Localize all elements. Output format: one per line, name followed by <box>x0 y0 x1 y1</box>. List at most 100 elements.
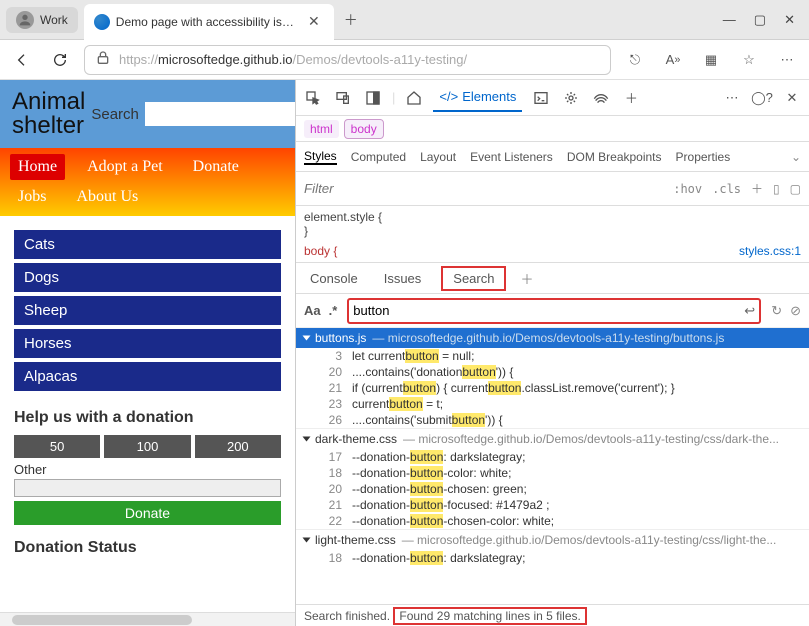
result-file-header[interactable]: buttons.js — microsoftedge.github.io/Dem… <box>296 328 809 348</box>
event-listeners-tab[interactable]: Event Listeners <box>470 150 553 164</box>
properties-tab[interactable]: Properties <box>676 150 731 164</box>
styles-more-icon[interactable]: ⌄ <box>791 150 801 164</box>
styles-tab[interactable]: Styles <box>304 149 337 165</box>
donation-status-heading: Donation Status <box>14 539 281 557</box>
result-line[interactable]: 26....contains('submitbutton')) { <box>296 412 809 428</box>
layout-tab[interactable]: Layout <box>420 150 456 164</box>
toggle-panel-icon[interactable]: ▢ <box>790 182 801 196</box>
read-aloud-icon[interactable]: A» <box>659 46 687 74</box>
result-line[interactable]: 20--donation-button-chosen: green; <box>296 481 809 497</box>
drawer-add-tab-button[interactable]: ＋ <box>520 269 533 288</box>
expand-icon <box>303 538 311 543</box>
profile-label: Work <box>40 13 68 27</box>
devtools-close-button[interactable]: ✕ <box>781 87 803 109</box>
nav-donate[interactable]: Donate <box>185 154 247 180</box>
result-file-header[interactable]: light-theme.css — microsoftedge.github.i… <box>296 529 809 550</box>
nav-jobs[interactable]: Jobs <box>10 184 54 210</box>
inspect-icon[interactable] <box>302 87 324 109</box>
computed-tab[interactable]: Computed <box>351 150 406 164</box>
search-label: Search <box>91 106 139 123</box>
refresh-button[interactable] <box>46 46 74 74</box>
minimize-button[interactable]: — <box>723 12 736 28</box>
dom-breakpoints-tab[interactable]: DOM Breakpoints <box>567 150 662 164</box>
console-drawer-tab[interactable]: Console <box>304 267 364 290</box>
search-clear-button[interactable]: ⊘ <box>790 303 801 319</box>
search-input[interactable] <box>353 303 744 318</box>
horizontal-scrollbar[interactable] <box>0 612 295 626</box>
settings-more-icon[interactable]: ⋯ <box>721 87 743 109</box>
donation-100-button[interactable]: 100 <box>104 435 190 458</box>
result-line[interactable]: 21if (currentbutton) { currentbutton.cla… <box>296 380 809 396</box>
result-line[interactable]: 18--donation-button-color: white; <box>296 465 809 481</box>
maximize-button[interactable]: ▢ <box>754 12 766 28</box>
cls-toggle[interactable]: .cls <box>712 182 741 196</box>
window-titlebar: Work Demo page with accessibility issues… <box>0 0 809 40</box>
result-line[interactable]: 21--donation-button-focused: #1479a2 ; <box>296 497 809 513</box>
shopping-icon[interactable]: ⎋ <box>621 46 649 74</box>
dock-icon[interactable] <box>362 87 384 109</box>
list-item[interactable]: Cats <box>14 230 281 259</box>
address-bar: https://microsoftedge.github.io/Demos/de… <box>0 40 809 80</box>
url-input[interactable]: https://microsoftedge.github.io/Demos/de… <box>84 45 611 75</box>
list-item[interactable]: Horses <box>14 329 281 358</box>
result-line[interactable]: 3let currentbutton = null; <box>296 348 809 364</box>
breadcrumb-body[interactable]: body <box>345 120 383 138</box>
other-amount-input[interactable] <box>14 479 281 497</box>
new-style-rule-icon[interactable]: ＋ <box>751 180 763 197</box>
styles-filter-input[interactable] <box>304 181 663 196</box>
list-item[interactable]: Sheep <box>14 296 281 325</box>
profile-button[interactable]: Work <box>6 7 78 33</box>
source-link[interactable]: styles.css:1 <box>739 244 801 258</box>
page-search-input[interactable] <box>145 102 296 126</box>
donation-200-button[interactable]: 200 <box>195 435 281 458</box>
issues-drawer-tab[interactable]: Issues <box>378 267 428 290</box>
result-line[interactable]: 20....contains('donationbutton')) { <box>296 364 809 380</box>
search-submit-icon[interactable]: ↩ <box>744 303 755 319</box>
search-results: buttons.js — microsoftedge.github.io/Dem… <box>296 328 809 604</box>
console-tab-icon[interactable] <box>530 87 552 109</box>
devtools-toolbar: | </>Elements ＋ ⋯ ◯? ✕ <box>296 80 809 116</box>
result-line[interactable]: 17--donation-button: darkslategray; <box>296 449 809 465</box>
page-header: Animal shelter Search <box>0 80 295 148</box>
new-tab-button[interactable]: ＋ <box>340 8 362 32</box>
list-item[interactable]: Alpacas <box>14 362 281 391</box>
drawer-tabstrip: Console Issues Search ＋ <box>296 262 809 294</box>
regex-toggle[interactable]: .* <box>329 303 338 318</box>
collections-icon[interactable]: ▦ <box>697 46 725 74</box>
hov-toggle[interactable]: :hov <box>673 182 702 196</box>
result-line[interactable]: 18--donation-button: darkslategray; <box>296 550 809 566</box>
scrollbar-thumb[interactable] <box>12 615 192 625</box>
help-icon[interactable]: ◯? <box>751 87 773 109</box>
network-tab-icon[interactable] <box>590 87 612 109</box>
breadcrumb-html[interactable]: html <box>304 120 339 138</box>
search-status-bar: Search finished. Found 29 matching lines… <box>296 604 809 626</box>
result-line[interactable]: 23currentbutton = t; <box>296 396 809 412</box>
more-button[interactable]: ⋯ <box>773 46 801 74</box>
search-bar: Aa .* ↩ ↻ ⊘ <box>296 294 809 328</box>
computed-styles-icon[interactable]: ▯ <box>773 182 780 196</box>
nav-adopt[interactable]: Adopt a Pet <box>79 154 171 180</box>
favorite-button[interactable]: ☆ <box>735 46 763 74</box>
nav-about[interactable]: About Us <box>68 184 146 210</box>
search-drawer-tab[interactable]: Search <box>441 266 506 291</box>
nav-home[interactable]: Home <box>10 154 65 180</box>
donate-button[interactable]: Donate <box>14 501 281 525</box>
welcome-tab[interactable] <box>403 87 425 109</box>
device-toggle-icon[interactable] <box>332 87 354 109</box>
donation-50-button[interactable]: 50 <box>14 435 100 458</box>
dom-breadcrumb: html body <box>296 116 809 142</box>
back-button[interactable] <box>8 46 36 74</box>
browser-tab[interactable]: Demo page with accessibility issues ✕ <box>84 4 334 40</box>
match-case-toggle[interactable]: Aa <box>304 303 321 318</box>
result-file-header[interactable]: dark-theme.css — microsoftedge.github.io… <box>296 428 809 449</box>
search-refresh-button[interactable]: ↻ <box>771 303 782 319</box>
list-item[interactable]: Dogs <box>14 263 281 292</box>
close-window-button[interactable]: ✕ <box>784 12 795 28</box>
sources-tab-icon[interactable] <box>560 87 582 109</box>
more-tabs-button[interactable]: ＋ <box>620 87 642 109</box>
styles-rules: element.style { } body {styles.css:1 <box>296 206 809 262</box>
tab-close-button[interactable]: ✕ <box>304 11 324 32</box>
elements-tab[interactable]: </>Elements <box>433 83 522 112</box>
search-status-count: Found 29 matching lines in 5 files. <box>393 607 586 625</box>
result-line[interactable]: 22--donation-button-chosen-color: white; <box>296 513 809 529</box>
